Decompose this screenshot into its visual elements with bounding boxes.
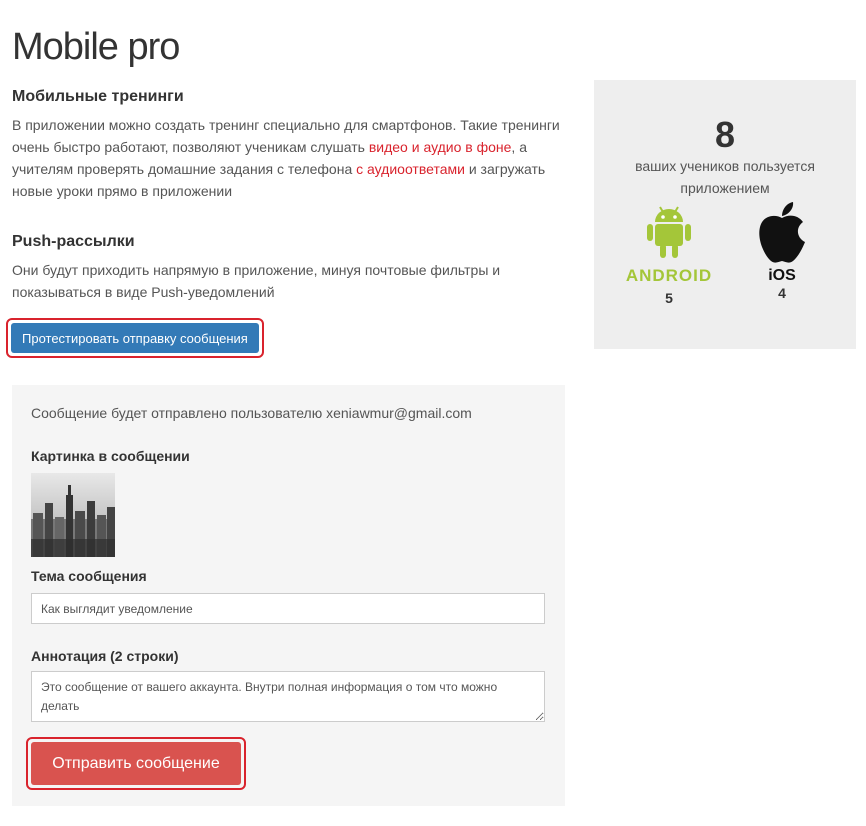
push-text: Они будут приходить напрямую в приложени… — [12, 262, 501, 300]
subject-input[interactable] — [31, 593, 545, 624]
android-wordmark-text: ANDROID — [626, 266, 712, 285]
user-count: 8 — [714, 114, 736, 155]
android-block: ANDROID 5 — [620, 200, 718, 306]
left-column: Мобильные тренинги В приложении можно со… — [12, 88, 572, 303]
image-label: Картинка в сообщении — [31, 448, 190, 464]
ios-block: iOS 4 — [742, 200, 822, 301]
recipient-text: Сообщение будет отправлено пользователю … — [31, 405, 472, 421]
send-message-button[interactable]: Отправить сообщение — [31, 742, 241, 785]
android-wordmark: ANDROID — [626, 266, 712, 285]
apple-icon — [759, 202, 805, 263]
mobile-trainings-heading: Мобильные тренинги — [12, 88, 184, 105]
annotation-label: Аннотация (2 строки) — [31, 648, 179, 664]
ios-label: iOS — [768, 267, 796, 284]
user-count-caption: ваших учеников пользуется приложением — [635, 158, 815, 196]
subject-label: Тема сообщения — [31, 568, 147, 584]
message-form-panel: Сообщение будет отправлено пользователю … — [12, 385, 565, 806]
message-image-thumbnail[interactable] — [31, 473, 115, 557]
annotation-textarea[interactable]: Это сообщение от вашего аккаунта. Внутри… — [31, 671, 545, 722]
ios-count: 4 — [778, 285, 786, 301]
audio-answers-link[interactable]: с аудиоответами — [356, 161, 465, 177]
video-audio-link[interactable]: видео и аудио в фоне — [369, 139, 512, 155]
push-heading: Push-рассылки — [12, 233, 135, 250]
app-usage-stats: 8 ваших учеников пользуется приложением … — [594, 80, 856, 349]
mobile-trainings-text: В приложении можно создать тренинг специ… — [12, 114, 572, 202]
page-title: Mobile pro — [12, 26, 180, 68]
test-button-highlight: Протестировать отправку сообщения — [6, 318, 264, 358]
android-icon — [647, 206, 691, 258]
send-button-highlight: Отправить сообщение — [26, 737, 246, 790]
android-count: 5 — [665, 290, 673, 306]
test-send-button[interactable]: Протестировать отправку сообщения — [11, 323, 259, 353]
